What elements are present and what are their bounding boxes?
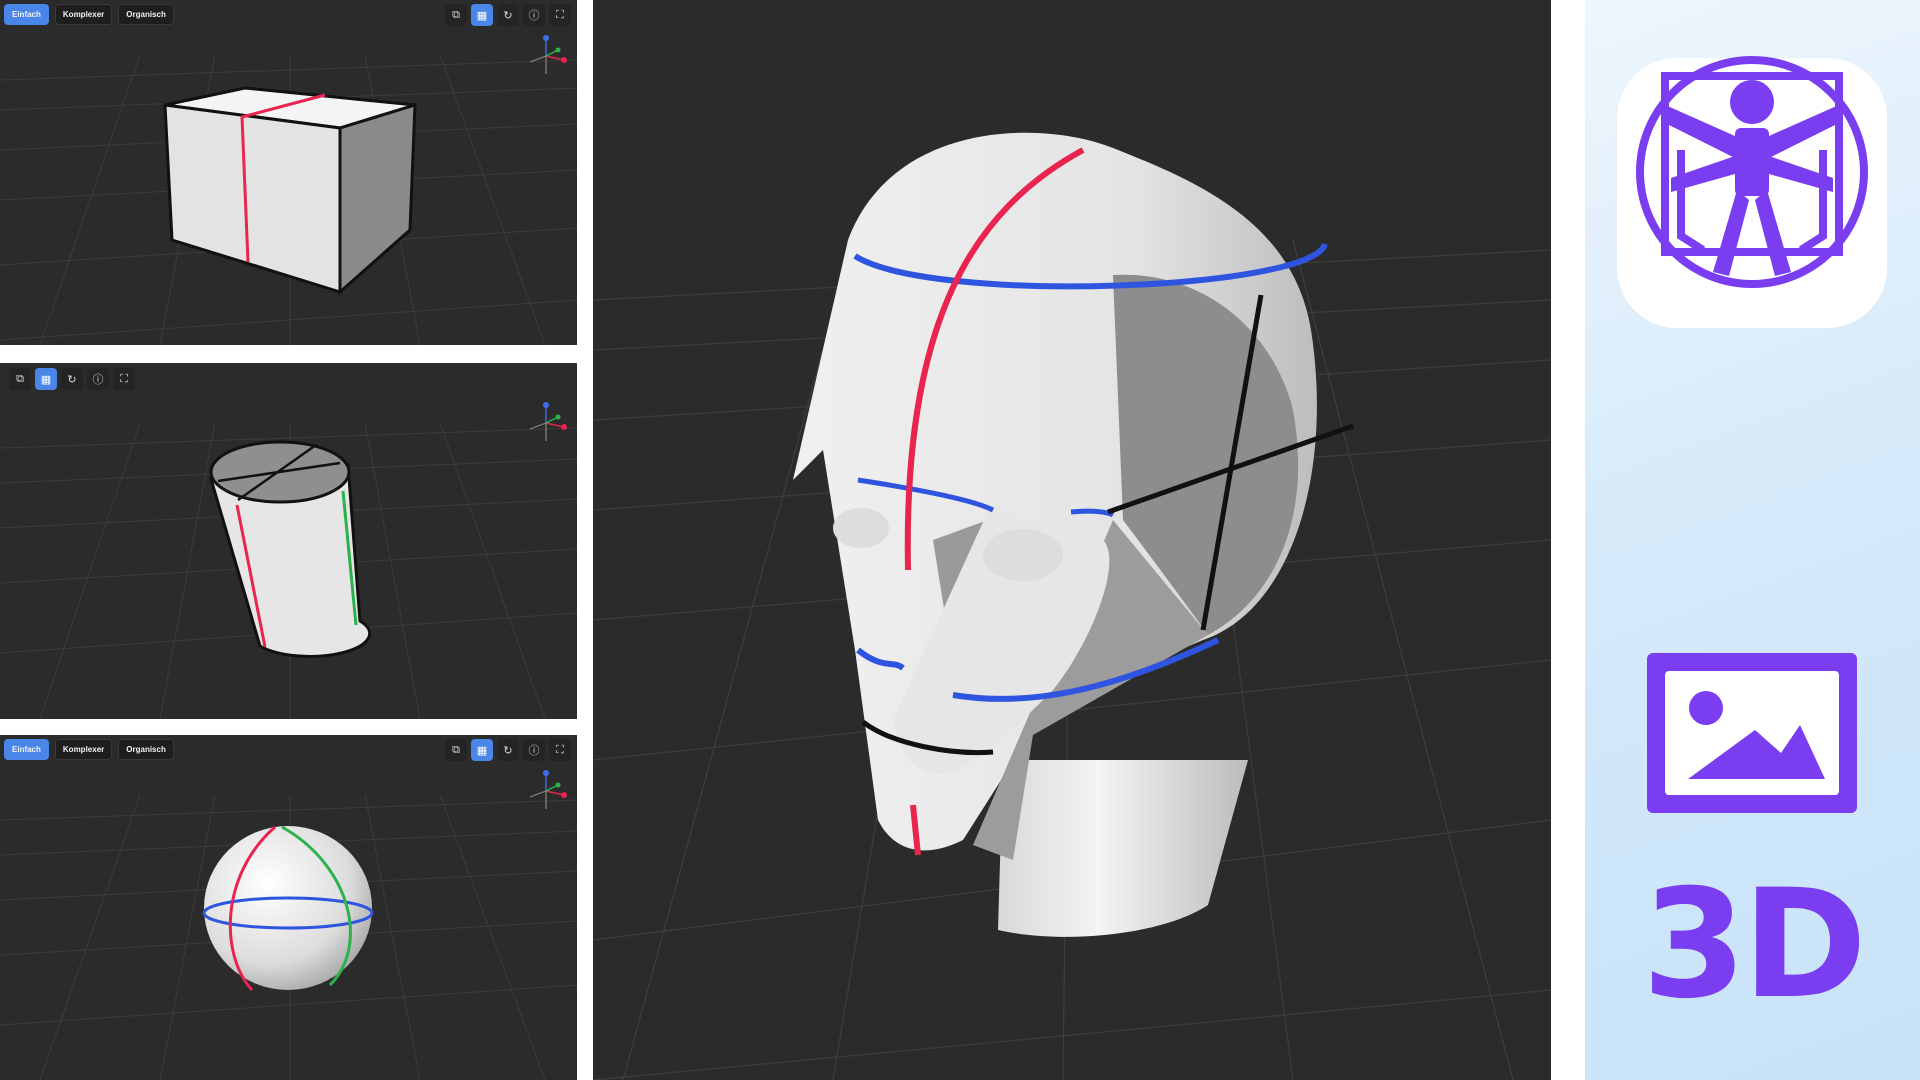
viewport-head[interactable] [593, 0, 1551, 1080]
axis-gizmo-icon[interactable] [526, 34, 570, 78]
box-side-face [338, 102, 417, 296]
head-right-eye [983, 529, 1063, 581]
fullscreen-icon[interactable]: ⛶ [113, 368, 135, 390]
brand-panel: 3D [1585, 0, 1920, 1080]
vitruvian-logo-icon [1617, 56, 1887, 328]
head-neck [998, 760, 1248, 937]
head-left-eye [833, 508, 889, 548]
head-scene [593, 132, 1551, 1080]
mode-tabs: Einfach Komplexer Organisch [4, 4, 174, 25]
info-icon[interactable]: ⓘ [523, 4, 545, 26]
box-scene [0, 54, 577, 345]
brand-3d-label: 3D [1642, 858, 1867, 1032]
sphere-toolbar: Einfach Komplexer Organisch ⧉ ▦ ↻ ⓘ ⛶ [4, 739, 571, 761]
axis-gizmo-icon[interactable] [526, 769, 570, 813]
viewport-sphere[interactable]: Einfach Komplexer Organisch ⧉ ▦ ↻ ⓘ ⛶ [0, 735, 577, 1080]
viewport-cylinder[interactable]: ⧉ ▦ ↻ ⓘ ⛶ [0, 363, 577, 719]
mode-tabs: Einfach Komplexer Organisch [4, 739, 174, 760]
fullscreen-icon[interactable]: ⛶ [549, 4, 571, 26]
box-front-face [163, 103, 342, 295]
viewer-tools: ⧉ ▦ ↻ ⓘ ⛶ [9, 368, 135, 390]
image-icon [1647, 653, 1857, 813]
info-icon[interactable]: ⓘ [523, 739, 545, 761]
viewer-tools: ⧉ ▦ ↻ ⓘ ⛶ [445, 739, 571, 761]
fullscreen-icon[interactable]: ⛶ [549, 739, 571, 761]
grid-icon[interactable]: ▦ [471, 739, 493, 761]
mode-einfach-button[interactable]: Einfach [4, 739, 49, 760]
box-toolbar: Einfach Komplexer Organisch ⧉ ▦ ↻ ⓘ ⛶ [4, 4, 571, 26]
mode-komplexer-button[interactable]: Komplexer [54, 4, 113, 25]
cylinder-toolbar: ⧉ ▦ ↻ ⓘ ⛶ [4, 368, 571, 390]
grid-icon[interactable]: ▦ [471, 4, 493, 26]
mode-einfach-button[interactable]: Einfach [4, 4, 49, 25]
sphere-scene [0, 794, 577, 1080]
axis-gizmo-icon[interactable] [526, 401, 570, 445]
mode-komplexer-button[interactable]: Komplexer [54, 739, 113, 760]
reset-icon[interactable]: ↻ [61, 368, 83, 390]
reset-icon[interactable]: ↻ [497, 739, 519, 761]
copy-icon[interactable]: ⧉ [445, 4, 467, 26]
mode-organisch-button[interactable]: Organisch [118, 4, 174, 25]
copy-icon[interactable]: ⧉ [445, 739, 467, 761]
copy-icon[interactable]: ⧉ [9, 368, 31, 390]
viewport-box[interactable]: Einfach Komplexer Organisch ⧉ ▦ ↻ ⓘ ⛶ [0, 0, 577, 345]
mode-organisch-button[interactable]: Organisch [118, 739, 174, 760]
viewer-tools: ⧉ ▦ ↻ ⓘ ⛶ [445, 4, 571, 26]
cylinder-scene [0, 422, 577, 719]
info-icon[interactable]: ⓘ [87, 368, 109, 390]
grid-icon[interactable]: ▦ [35, 368, 57, 390]
reset-icon[interactable]: ↻ [497, 4, 519, 26]
